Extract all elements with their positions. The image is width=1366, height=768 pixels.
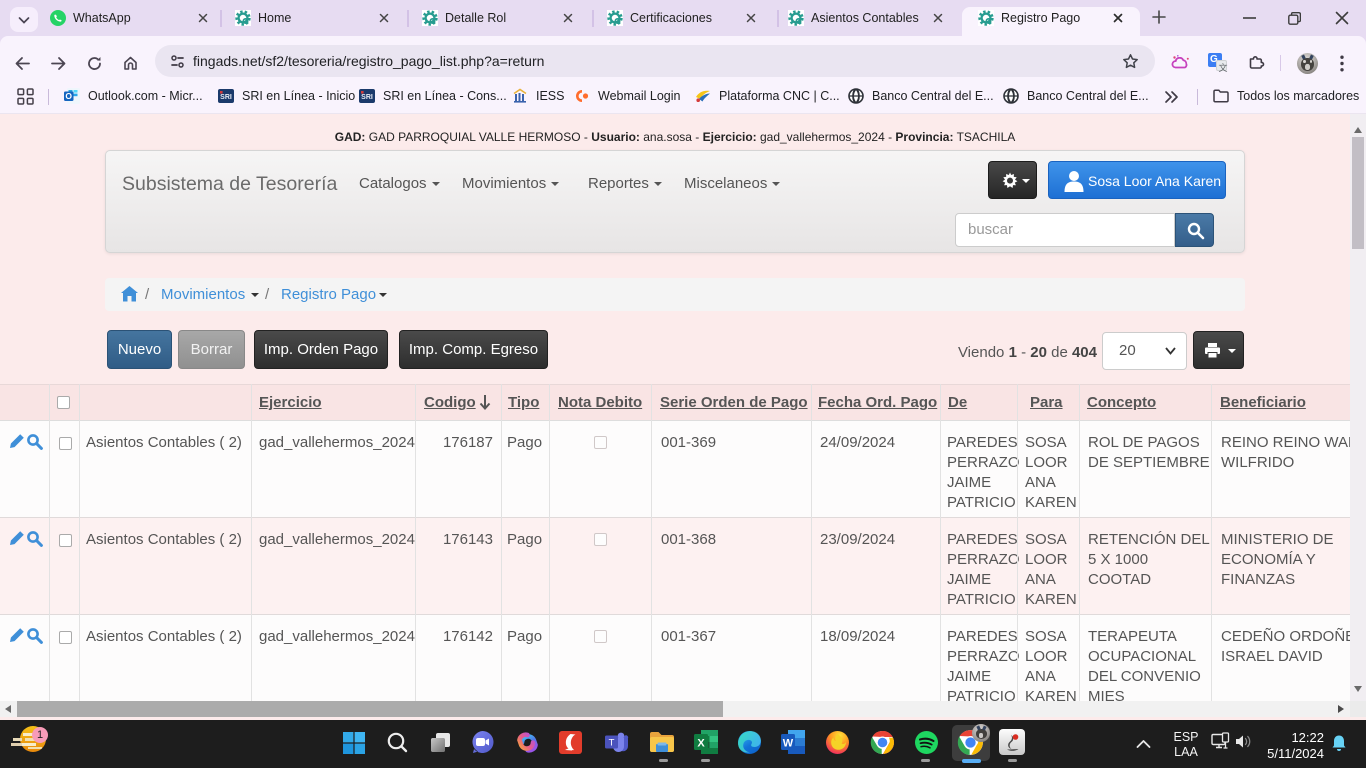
svg-text:W: W (783, 738, 794, 750)
svg-text:X: X (697, 738, 705, 750)
svg-text:SRI: SRI (220, 94, 232, 101)
svg-text:SRI: SRI (361, 94, 373, 101)
svg-text:T: T (609, 738, 615, 749)
svg-text:O: O (65, 91, 72, 101)
